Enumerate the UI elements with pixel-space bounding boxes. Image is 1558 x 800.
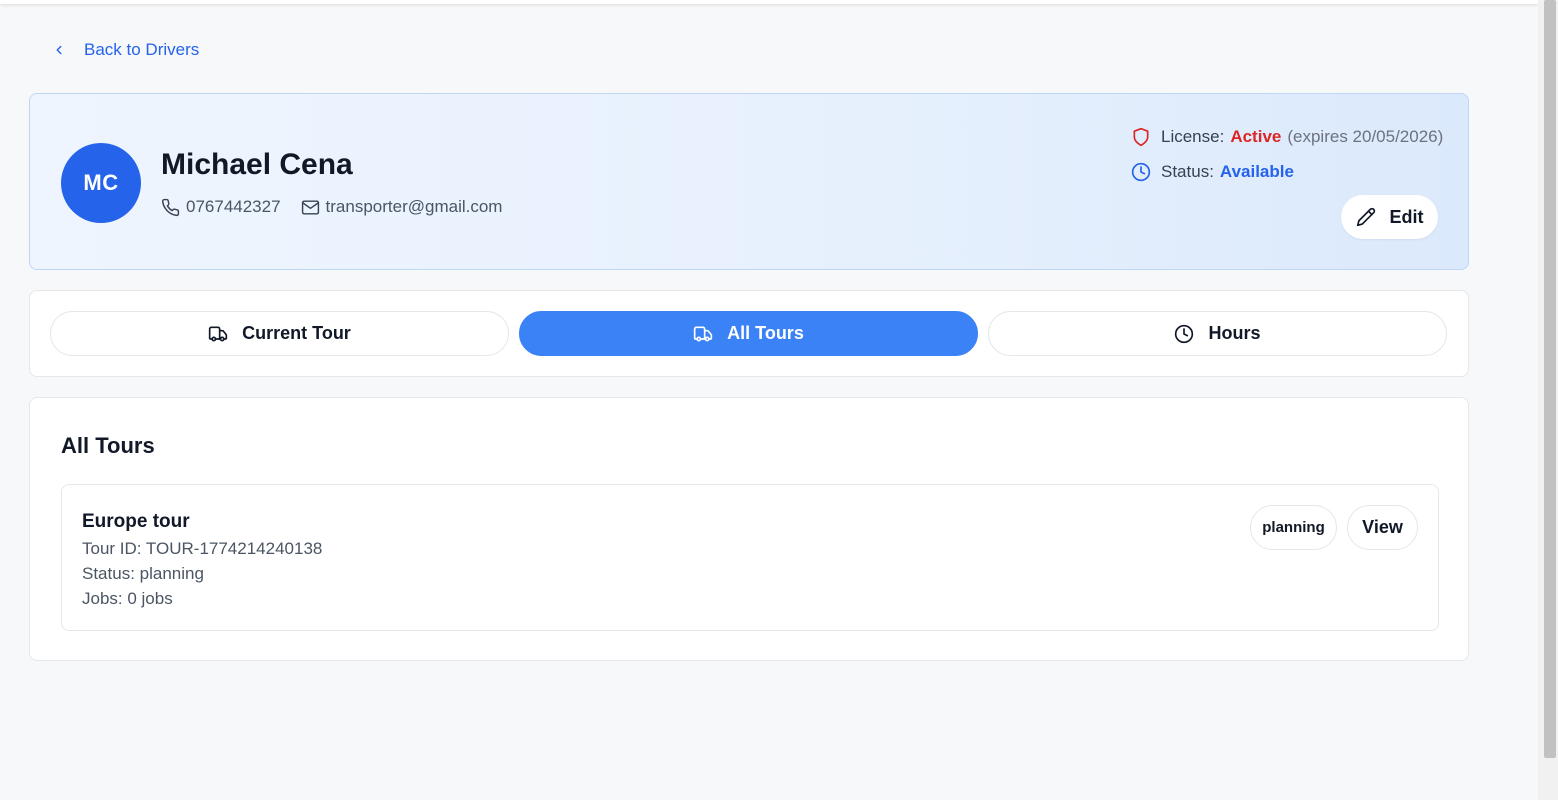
tour-name: Europe tour bbox=[82, 511, 190, 532]
availability-row: Status: Available bbox=[1131, 162, 1294, 182]
status-value: Available bbox=[1219, 162, 1294, 181]
clock-icon bbox=[1175, 324, 1194, 343]
status-badge: planning bbox=[1250, 505, 1337, 550]
back-to-drivers-link[interactable]: Back to Drivers bbox=[52, 36, 199, 64]
tour-jobs: Jobs: 0 jobs bbox=[82, 589, 173, 608]
truck-icon bbox=[693, 326, 713, 341]
license-label: License: bbox=[1161, 127, 1225, 146]
scrollbar-thumb[interactable] bbox=[1544, 0, 1556, 758]
edit-label: Edit bbox=[1389, 206, 1424, 227]
chevron-left-icon bbox=[56, 45, 62, 55]
tab-all-tours[interactable]: All Tours bbox=[519, 311, 978, 356]
truck-icon bbox=[208, 326, 228, 341]
email-address: transporter@gmail.com bbox=[325, 197, 503, 216]
edit-button[interactable]: Edit bbox=[1341, 195, 1438, 239]
license-status: Active bbox=[1230, 127, 1282, 146]
tabs-bar: Current Tour All Tours Hours bbox=[29, 290, 1469, 377]
phone-icon bbox=[161, 198, 180, 216]
driver-profile-card: MC Michael Cena 0767442327 transporter@g… bbox=[29, 93, 1469, 270]
tour-list-item: Europe tour Tour ID: TOUR-1774214240138 … bbox=[61, 484, 1439, 631]
tab-current-tour[interactable]: Current Tour bbox=[50, 311, 509, 356]
mail-icon bbox=[301, 199, 319, 215]
shield-icon bbox=[1133, 127, 1149, 147]
tab-label: Hours bbox=[1208, 323, 1261, 343]
phone-number: 0767442327 bbox=[186, 197, 281, 216]
view-tour-button[interactable]: View bbox=[1347, 505, 1418, 550]
license-expiry: (expires 20/05/2026) bbox=[1287, 127, 1444, 146]
tour-id: Tour ID: TOUR-1774214240138 bbox=[82, 539, 323, 558]
email-contact: transporter@gmail.com bbox=[301, 197, 503, 217]
avatar: MC bbox=[61, 143, 141, 223]
tour-status: Status: planning bbox=[82, 564, 204, 583]
contact-row: 0767442327 transporter@gmail.com bbox=[161, 197, 502, 217]
tab-hours[interactable]: Hours bbox=[988, 311, 1447, 356]
license-row: License: Active (expires 20/05/2026) bbox=[1131, 127, 1443, 147]
top-bar bbox=[0, 0, 1538, 4]
section-title: All Tours bbox=[61, 433, 155, 458]
clock-icon bbox=[1131, 162, 1151, 182]
all-tours-panel: All Tours Europe tour Tour ID: TOUR-1774… bbox=[29, 397, 1469, 661]
pencil-icon bbox=[1356, 207, 1375, 227]
phone-contact: 0767442327 bbox=[161, 197, 281, 217]
status-label: Status: bbox=[1161, 162, 1214, 181]
scrollbar-track[interactable] bbox=[1538, 0, 1558, 800]
driver-name: Michael Cena bbox=[161, 148, 353, 181]
tab-label: All Tours bbox=[727, 323, 804, 343]
back-link-label: Back to Drivers bbox=[84, 40, 200, 59]
tab-label: Current Tour bbox=[242, 323, 351, 343]
